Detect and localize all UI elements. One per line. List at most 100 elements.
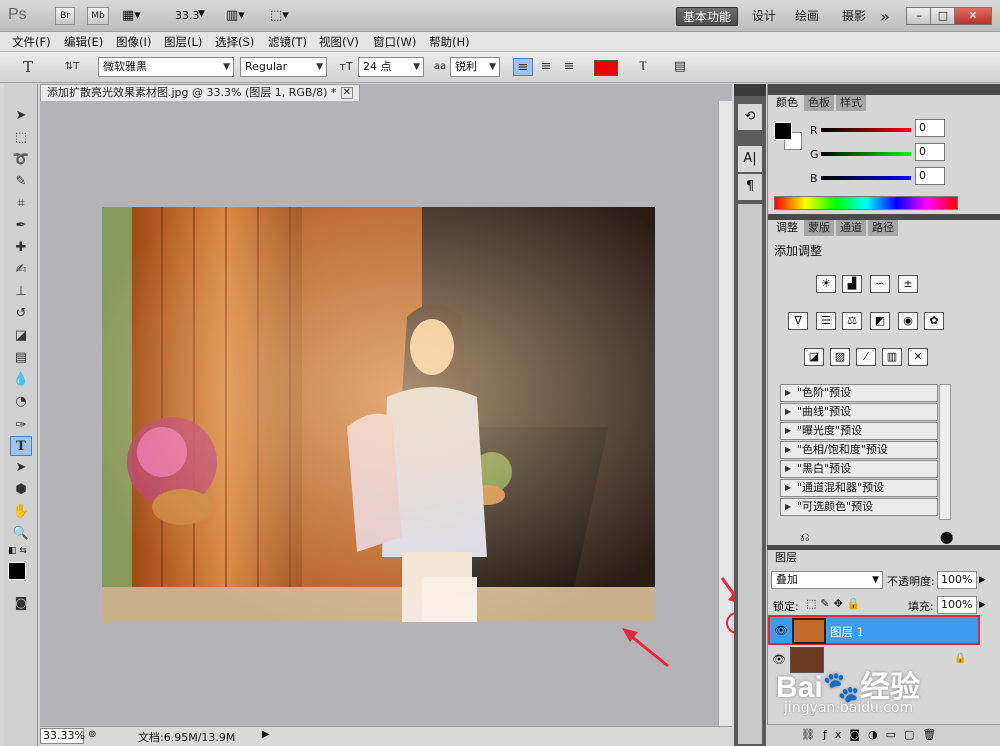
history-panel-icon[interactable]: ⟲ [738, 104, 762, 130]
lock-options-icon[interactable]: ⬚✎✥🔒 [806, 597, 865, 610]
invert-icon[interactable]: ◪ [804, 348, 824, 366]
tab-styles[interactable]: 样式 [836, 95, 866, 111]
workspace-painting[interactable]: 绘画 [789, 7, 825, 26]
marquee-tool-icon[interactable]: ⬚ [10, 128, 32, 148]
menu-select[interactable]: 选择(S) [215, 34, 254, 50]
levels-icon[interactable]: ▟ [842, 275, 862, 293]
preset-levels[interactable]: "色阶"预设 [780, 384, 938, 402]
view-extras-icon[interactable]: ▦▾ [122, 8, 152, 24]
foreground-color-swatch[interactable] [8, 562, 26, 580]
adjust-mask-icon[interactable]: ⬤ [940, 530, 953, 544]
menu-window[interactable]: 窗口(W) [373, 34, 416, 50]
workspace-essentials[interactable]: 基本功能 [676, 7, 739, 26]
lasso-tool-icon[interactable]: ➰ [10, 150, 32, 170]
align-left-icon[interactable]: ≡ [513, 58, 533, 76]
text-tool-preset-icon[interactable]: T [18, 58, 38, 76]
quick-select-tool-icon[interactable]: ✎ [10, 172, 32, 192]
tab-masks[interactable]: 蒙版 [804, 220, 834, 236]
hue-saturation-icon[interactable]: ☰ [816, 312, 836, 330]
quick-mask-icon[interactable]: ◙ [10, 594, 32, 614]
exposure-icon[interactable]: ± [898, 275, 918, 293]
photo-filter-icon[interactable]: ◉ [898, 312, 918, 330]
preset-scrollbar[interactable] [939, 384, 951, 520]
opacity-field[interactable]: 100% [937, 571, 977, 589]
status-arrow-icon[interactable]: ▶ [262, 729, 270, 740]
b-slider[interactable] [821, 176, 911, 180]
workspace-design[interactable]: 设计 [746, 7, 782, 26]
dodge-tool-icon[interactable]: ◔ [10, 392, 32, 412]
eyedropper-tool-icon[interactable]: ✒ [10, 216, 32, 236]
preset-channel-mixer[interactable]: "通道混和器"预设 [780, 479, 938, 497]
default-colors-icon[interactable]: ◧ ⇆ [8, 546, 27, 556]
gradient-map-icon[interactable]: ▥ [882, 348, 902, 366]
font-family-select[interactable]: 微软雅黑 ▼ [98, 57, 234, 77]
zoom-field[interactable]: 33.33% [40, 728, 85, 744]
paragraph-panel-icon[interactable]: ¶ [738, 174, 762, 200]
mini-bridge-button[interactable]: Mb [87, 7, 109, 25]
hand-tool-icon[interactable]: ✋ [10, 502, 32, 522]
character-panel-icon[interactable]: A| [738, 146, 762, 172]
threshold-icon[interactable]: ⁄ [856, 348, 876, 366]
fill-arrow-icon[interactable]: ▶ [979, 596, 986, 614]
preset-curves[interactable]: "曲线"预设 [780, 403, 938, 421]
text-color-swatch[interactable] [594, 60, 618, 76]
menu-layer[interactable]: 图层(L) [164, 34, 202, 50]
font-style-select[interactable]: Regular ▼ [240, 57, 327, 77]
healing-brush-tool-icon[interactable]: ✚ [10, 238, 32, 258]
screen-mode-icon[interactable]: ⬚▾ [270, 8, 289, 23]
document-tab[interactable]: 添加扩散亮光效果素材图.jpg @ 33.3% (图层 1, RGB/8) * … [40, 84, 360, 101]
adjust-clip-icon[interactable]: ⎌ [800, 530, 810, 545]
g-value[interactable]: 0 [915, 143, 945, 161]
character-panel-icon[interactable]: ▤ [670, 58, 690, 76]
menu-help[interactable]: 帮助(H) [429, 34, 470, 50]
crop-tool-icon[interactable]: ⌗ [10, 194, 32, 214]
minimize-button[interactable]: – [906, 7, 932, 25]
opacity-arrow-icon[interactable]: ▶ [979, 571, 986, 589]
blur-tool-icon[interactable]: 💧 [10, 370, 32, 390]
restore-button[interactable]: □ [930, 7, 956, 25]
layer-actions-icons[interactable]: ⛓ƒx◙◑▭▢🗑 [801, 728, 944, 741]
posterize-icon[interactable]: ▨ [830, 348, 850, 366]
tab-paths[interactable]: 路径 [868, 220, 898, 236]
bridge-button[interactable]: Br [55, 7, 75, 25]
menu-image[interactable]: 图像(I) [116, 34, 151, 50]
brightness-icon[interactable]: ☀ [816, 275, 836, 293]
tab-channels[interactable]: 通道 [836, 220, 866, 236]
color-balance-icon[interactable]: ⚖ [842, 312, 862, 330]
preset-black-white[interactable]: "黑白"预设 [780, 460, 938, 478]
tab-layers[interactable]: 图层 [771, 550, 801, 566]
menu-filter[interactable]: 滤镜(T) [268, 34, 307, 50]
align-center-icon[interactable]: ≡ [536, 58, 556, 76]
type-tool-icon[interactable]: T [10, 436, 32, 456]
more-workspaces-button[interactable]: » [874, 7, 896, 26]
zoom-tool-icon[interactable]: 🔍 [10, 524, 32, 544]
blend-mode-select[interactable]: 叠加 ▼ [771, 571, 883, 589]
brush-tool-icon[interactable]: ✍ [10, 260, 32, 280]
path-selection-tool-icon[interactable]: ➤ [10, 458, 32, 478]
history-brush-tool-icon[interactable]: ↺ [10, 304, 32, 324]
shape-tool-icon[interactable]: ⬢ [10, 480, 32, 500]
chevron-down-icon[interactable]: ▼ [198, 9, 205, 19]
b-value[interactable]: 0 [915, 167, 945, 185]
channel-mixer-icon[interactable]: ✿ [924, 312, 944, 330]
preset-exposure[interactable]: "曝光度"预设 [780, 422, 938, 440]
r-value[interactable]: 0 [915, 119, 945, 137]
menu-view[interactable]: 视图(V) [319, 34, 359, 50]
color-ramp[interactable] [774, 196, 958, 210]
eye-icon[interactable]: 👁 [774, 624, 788, 637]
antialias-select[interactable]: 锐利 ▼ [450, 57, 500, 77]
vibrance-icon[interactable]: ∇ [788, 312, 808, 330]
pen-tool-icon[interactable]: ✑ [10, 416, 32, 436]
selective-color-icon[interactable]: ✕ [908, 348, 928, 366]
tab-swatches[interactable]: 色板 [804, 95, 834, 111]
gradient-tool-icon[interactable]: ▤ [10, 348, 32, 368]
menu-file[interactable]: 文件(F) [12, 34, 51, 50]
move-tool-icon[interactable]: ➤ [10, 106, 32, 126]
curves-icon[interactable]: ∽ [870, 275, 890, 293]
align-right-icon[interactable]: ≡ [559, 58, 579, 76]
eraser-tool-icon[interactable]: ◪ [10, 326, 32, 346]
g-slider[interactable] [821, 152, 911, 156]
fill-field[interactable]: 100% [937, 596, 977, 614]
menu-edit[interactable]: 编辑(E) [64, 34, 103, 50]
tab-color[interactable]: 颜色 [772, 95, 802, 111]
